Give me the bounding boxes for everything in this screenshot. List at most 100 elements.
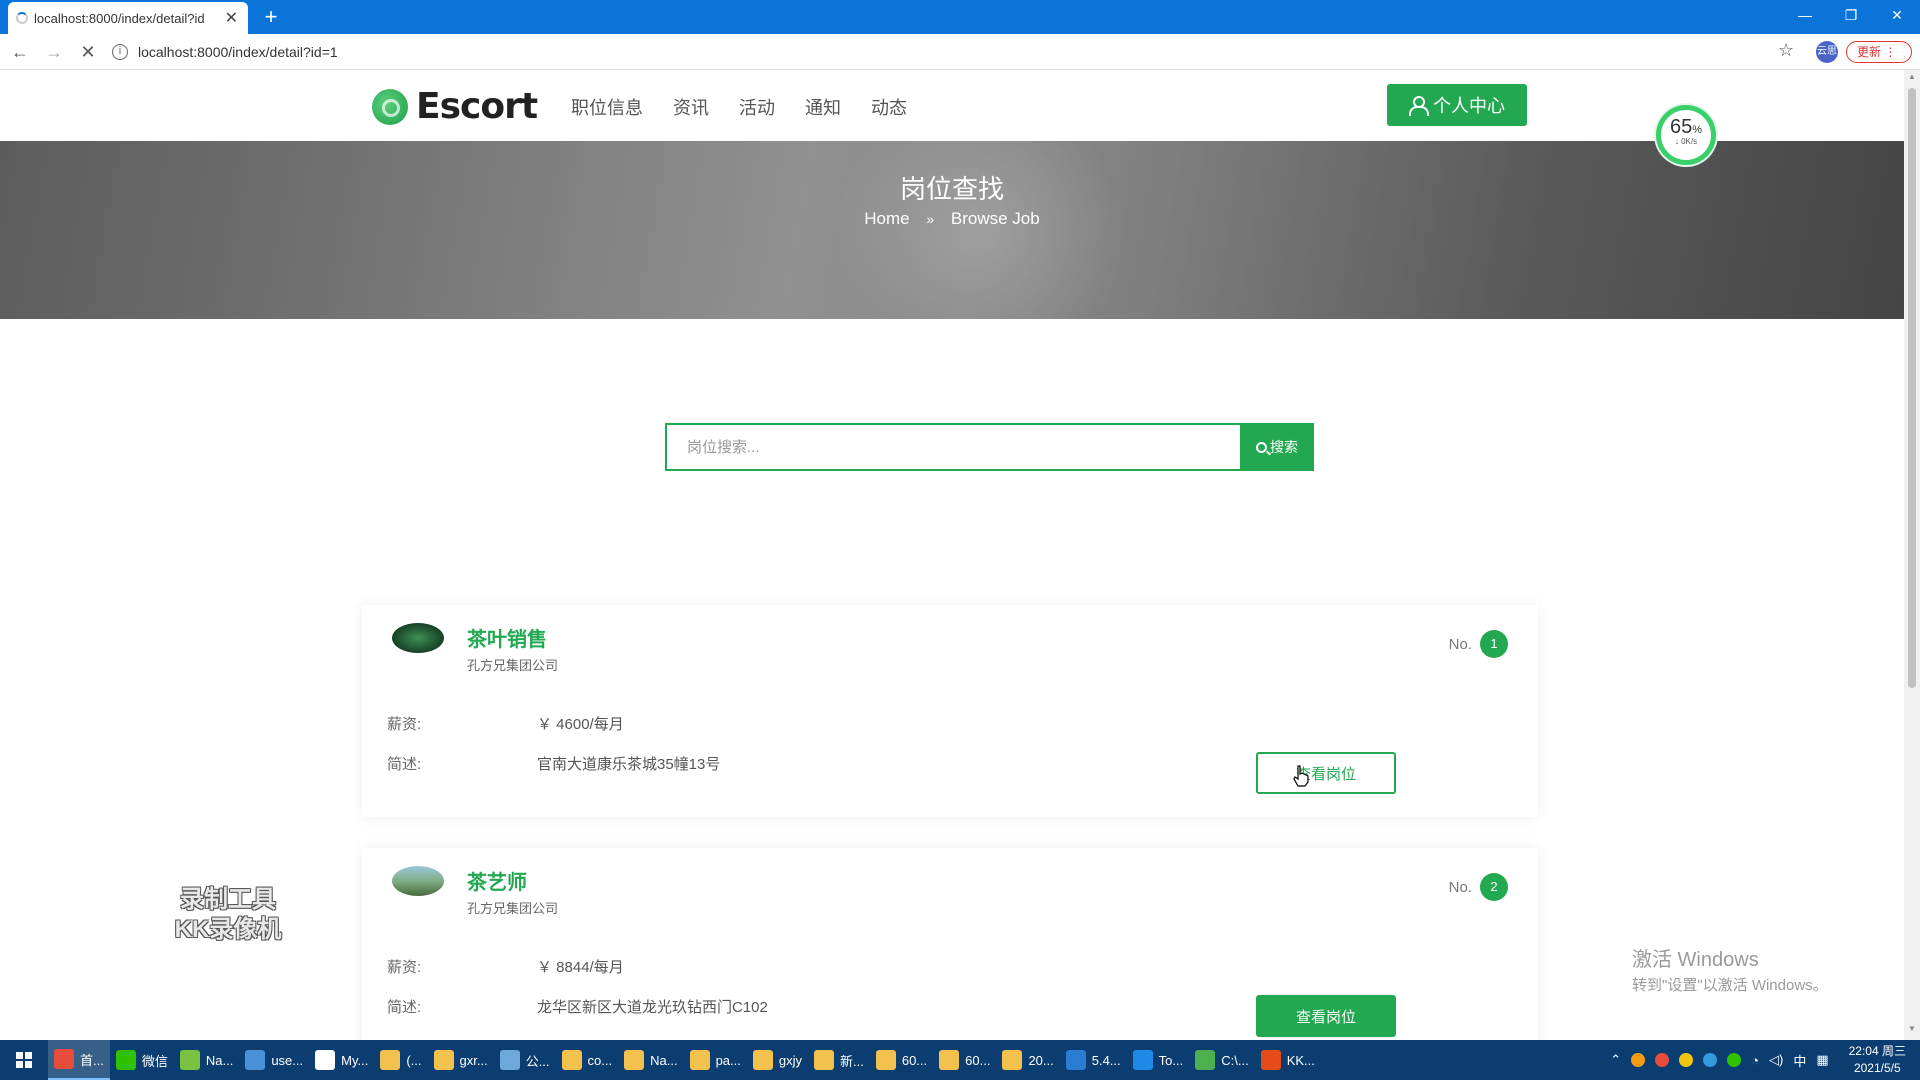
nav-item-notices[interactable]: 通知 — [805, 94, 841, 120]
tray-expand-icon[interactable]: ⌃ — [1610, 1052, 1621, 1068]
system-tray: ⌃ ◔ ◁) 中 ▦ 22:04 周三 2021/5/5 — [1610, 1040, 1920, 1080]
taskbar-item[interactable]: 60... — [870, 1040, 933, 1080]
browser-tab[interactable]: localhost:8000/index/detail?id ✕ — [8, 2, 248, 34]
job-thumbnail — [392, 623, 444, 653]
scroll-down-icon[interactable]: ▼ — [1904, 1024, 1920, 1038]
taskbar-item[interactable]: 20... — [996, 1040, 1059, 1080]
taskbar-item-label: gxjy — [778, 1052, 802, 1068]
job-card: 茶艺师 孔方兄集团公司 No. 2 薪资: ￥ 8844/每月 简述: 龙华区新… — [362, 848, 1538, 1040]
taskbar-app-icon — [1195, 1050, 1216, 1070]
job-title[interactable]: 茶艺师 — [467, 866, 527, 895]
taskbar-item[interactable]: Na... — [618, 1040, 683, 1080]
view-job-button[interactable]: 查看岗位 — [1256, 995, 1396, 1037]
taskbar-item-label: gxr... — [459, 1052, 488, 1068]
taskbar-app-icon — [939, 1050, 960, 1070]
taskbar-item[interactable]: C:\... — [1189, 1040, 1254, 1080]
job-number: No. 1 — [1449, 630, 1508, 658]
taskbar-item[interactable]: gxjy — [747, 1040, 808, 1080]
forward-button[interactable]: → — [40, 38, 68, 66]
restore-button[interactable]: ❐ — [1828, 0, 1874, 34]
tray-app-icon[interactable] — [1655, 1053, 1670, 1067]
taskbar-app-icon — [814, 1050, 834, 1070]
activate-windows-notice: 激活 Windows 转到"设置"以激活 Windows。 — [1632, 949, 1828, 994]
profile-center-button[interactable]: 个人中心 — [1387, 84, 1527, 126]
taskbar-item[interactable]: pa... — [684, 1040, 747, 1080]
clock[interactable]: 22:04 周三 2021/5/5 — [1849, 1043, 1906, 1077]
job-number-badge: 2 — [1480, 873, 1508, 901]
nav-item-events[interactable]: 活动 — [739, 94, 775, 120]
windows-logo-icon — [16, 1052, 32, 1068]
tray-app-icon[interactable] — [1703, 1053, 1718, 1067]
taskbar-item[interactable]: Na... — [174, 1040, 239, 1080]
minimize-button[interactable]: — — [1782, 0, 1828, 34]
taskbar-app-icon — [380, 1050, 401, 1070]
job-title[interactable]: 茶叶销售 — [467, 623, 547, 652]
taskbar-item-label: C:\... — [1221, 1052, 1249, 1068]
view-job-button[interactable]: 查看岗位 — [1256, 752, 1396, 794]
taskbar-item[interactable]: My... — [309, 1040, 374, 1080]
tray-app-icon[interactable] — [1631, 1053, 1646, 1067]
update-button[interactable]: 更新 ⋮ — [1846, 41, 1912, 63]
search-button[interactable]: 搜索 — [1240, 423, 1314, 471]
scroll-up-icon[interactable]: ▲ — [1904, 72, 1920, 86]
breadcrumb-home[interactable]: Home — [864, 209, 909, 228]
taskbar-item[interactable]: 首... — [48, 1040, 110, 1080]
taskbar-item[interactable]: 微信 — [110, 1040, 174, 1080]
page-banner: 岗位查找 Home » Browse Job — [0, 141, 1904, 319]
window-controls: — ❐ ✕ — [1782, 0, 1920, 34]
taskbar-app-icon — [624, 1050, 645, 1070]
taskbar-item-label: 微信 — [141, 1053, 168, 1069]
bookmark-star-icon[interactable]: ☆ — [1778, 40, 1794, 61]
taskbar-item-label: Na... — [650, 1052, 678, 1068]
taskbar-item[interactable]: KK... — [1255, 1040, 1321, 1080]
keyboard-icon[interactable]: ▦ — [1816, 1052, 1828, 1068]
volume-icon[interactable]: ◁) — [1769, 1052, 1783, 1068]
scrollbar-thumb[interactable] — [1908, 88, 1916, 688]
wechat-tray-icon[interactable] — [1727, 1053, 1742, 1067]
nav-item-updates[interactable]: 动态 — [871, 94, 907, 120]
taskbar-item[interactable]: co... — [556, 1040, 619, 1080]
network-speed-widget[interactable]: 65% ↓ 0K/s — [1656, 105, 1716, 165]
taskbar-item[interactable]: 5.4... — [1060, 1040, 1127, 1080]
back-button[interactable]: ← — [6, 38, 34, 66]
taskbar-item[interactable]: 60... — [933, 1040, 996, 1080]
tray-app-icon[interactable] — [1679, 1053, 1694, 1067]
job-number-label: No. — [1448, 878, 1472, 896]
page-scrollbar[interactable]: ▲ ▼ — [1904, 70, 1920, 1040]
job-search-input[interactable] — [665, 423, 1240, 471]
clock-date: 2021/5/5 — [1853, 1061, 1901, 1075]
taskbar-item-label: To... — [1158, 1052, 1184, 1068]
taskbar-app-icon — [1132, 1050, 1153, 1070]
taskbar-item[interactable]: (... — [374, 1040, 427, 1080]
description-value: 龙华区新区大道龙光玖钻西门C102 — [537, 999, 768, 1016]
site-info-icon[interactable]: i — [112, 44, 128, 60]
taskbar-item[interactable]: To... — [1127, 1040, 1190, 1080]
extension-icon[interactable]: 云思 — [1816, 41, 1838, 63]
taskbar-item-label: 新... — [840, 1053, 864, 1069]
network-icon[interactable]: ◔ — [1751, 1053, 1759, 1068]
main-nav: 职位信息 资讯 活动 通知 动态 — [571, 94, 907, 120]
url-field[interactable]: i localhost:8000/index/detail?id=1 — [112, 38, 1772, 66]
new-tab-button[interactable]: + — [258, 4, 284, 30]
job-card: 茶叶销售 孔方兄集团公司 No. 1 薪资: ￥ 4600/每月 简述: 官南大… — [362, 605, 1538, 817]
nav-item-news[interactable]: 资讯 — [673, 94, 709, 120]
speed-rate: ↓ 0K/s — [1674, 137, 1698, 146]
taskbar-item[interactable]: 公... — [494, 1040, 556, 1080]
start-button[interactable] — [0, 1040, 48, 1080]
logo-text: Escort — [416, 86, 538, 127]
close-window-button[interactable]: ✕ — [1874, 0, 1920, 34]
nav-item-jobs[interactable]: 职位信息 — [571, 94, 643, 120]
taskbar-item[interactable]: use... — [239, 1040, 309, 1080]
tab-close-icon[interactable]: ✕ — [225, 8, 238, 28]
taskbar-app-icon — [315, 1050, 336, 1070]
taskbar-item-label: co... — [587, 1052, 613, 1068]
taskbar-item[interactable]: gxr... — [428, 1040, 494, 1080]
site-logo[interactable]: Escort — [372, 86, 538, 127]
ime-indicator[interactable]: 中 — [1793, 1051, 1806, 1070]
taskbar-item[interactable]: 新... — [808, 1040, 870, 1080]
logo-search-icon — [372, 88, 408, 125]
stop-loading-button[interactable]: ✕ — [74, 38, 102, 66]
job-company: 孔方兄集团公司 — [467, 658, 559, 673]
taskbar-item-label: pa... — [715, 1052, 741, 1068]
taskbar-app-icon — [179, 1050, 200, 1070]
